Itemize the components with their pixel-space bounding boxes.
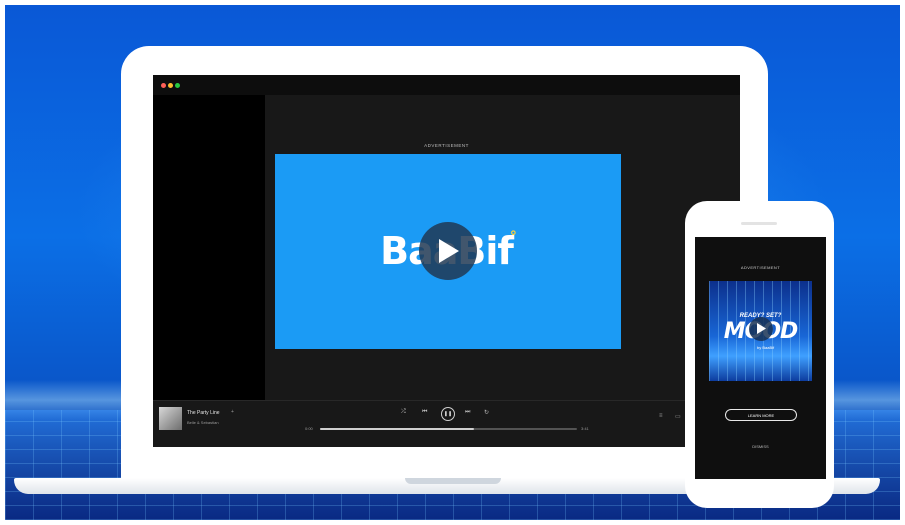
- phone-ad-label: ADVERTISEMENT: [740, 265, 781, 270]
- previous-track-icon[interactable]: ⏮: [422, 409, 427, 416]
- player-bar: The Party Line Belle & Sebastian + ⤮ ⏮ ❚…: [153, 400, 740, 447]
- elapsed-time: 0:00: [305, 426, 313, 431]
- learn-more-button[interactable]: LEARN MORE: [725, 409, 797, 421]
- laptop-notch: [405, 478, 501, 484]
- devices-icon[interactable]: ▭: [675, 413, 681, 420]
- phone-speaker: [741, 222, 777, 225]
- laptop-screen: ADVERTISEMENT BaaBif° The Party Line Bel…: [153, 75, 740, 447]
- next-track-icon[interactable]: ⏭: [465, 409, 470, 416]
- window-titlebar: [153, 75, 740, 95]
- total-duration: 3:41: [581, 426, 589, 431]
- play-button[interactable]: [419, 222, 477, 280]
- queue-icon[interactable]: ≡: [659, 413, 663, 419]
- card-by-text: by BaaBif: [757, 345, 775, 350]
- track-title[interactable]: The Party Line: [187, 410, 220, 416]
- pause-button[interactable]: ❚❚: [441, 407, 455, 421]
- close-window-icon[interactable]: [161, 83, 166, 88]
- phone-video-ad-card[interactable]: READY? SET? MOOD by BaaBif: [709, 281, 812, 381]
- video-ad-card[interactable]: BaaBif°: [275, 154, 621, 349]
- play-icon: [439, 239, 459, 263]
- album-cover[interactable]: [159, 407, 182, 430]
- ad-label: ADVERTISEMENT: [424, 143, 469, 148]
- maximize-window-icon[interactable]: [175, 83, 180, 88]
- brand-dot: °: [509, 229, 517, 245]
- phone-screen: ADVERTISEMENT READY? SET? MOOD by BaaBif…: [695, 237, 826, 479]
- phone-play-button[interactable]: [749, 317, 773, 341]
- progress-fill: [320, 428, 475, 430]
- heart-icon[interactable]: +: [231, 409, 234, 415]
- progress-bar[interactable]: [320, 428, 577, 430]
- phone-dismiss[interactable]: DISMISS: [695, 444, 826, 449]
- play-icon: [757, 323, 766, 334]
- sidebar: [153, 95, 265, 400]
- minimize-window-icon[interactable]: [168, 83, 173, 88]
- repeat-icon[interactable]: ↻: [484, 409, 489, 416]
- track-artist[interactable]: Belle & Sebastian: [187, 420, 219, 425]
- shuffle-icon[interactable]: ⤮: [401, 409, 406, 416]
